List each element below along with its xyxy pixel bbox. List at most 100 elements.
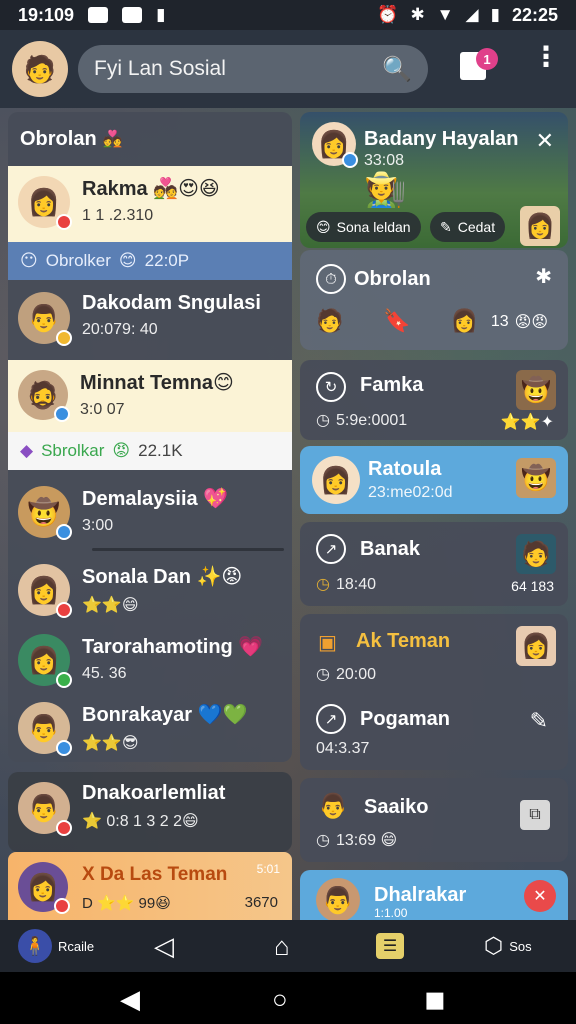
edit-icon[interactable]: ✎ xyxy=(530,708,548,734)
chat-item-dnakoarlemliat[interactable]: 👨 Dnakoarlemliat ⭐ 0:8 1 3 2 2😄 xyxy=(8,772,292,852)
mute-icon[interactable]: ✕ xyxy=(524,880,556,912)
clock-icon: ◷ xyxy=(316,666,330,683)
chat-detail-header[interactable]: 👩 Badany Hayalan 33:08 ✕ 🧑‍🌾 😊 Sona lelda… xyxy=(300,112,568,248)
nav-profile[interactable]: 🧍 Rcaile xyxy=(18,928,94,964)
notification-icon xyxy=(88,7,109,23)
chat-item-saaiko[interactable]: 👨 Saaiko ◷ 13:69 😄 ⧉ xyxy=(300,778,568,862)
nav-home-icon[interactable]: ⌂ xyxy=(274,928,290,964)
reaction-icons: ⭐⭐✦ xyxy=(500,414,554,431)
bottom-navigation: 🧍 Rcaile ◁ ⌂ ☰ ⬡ Sos xyxy=(0,920,576,972)
chat-item-famka[interactable]: ↻ Famka ◷ 5:9e:0001 🤠 ⭐⭐✦ xyxy=(300,360,568,440)
avatar: 👩 xyxy=(312,122,358,168)
chat-name: Bonrakayar xyxy=(82,704,193,726)
chat-name: Rakma xyxy=(82,178,148,200)
clock-icon: ◷ xyxy=(316,832,330,849)
scene-character: 🧑‍🌾 xyxy=(364,171,407,209)
avatar-thumb: 🤠 xyxy=(516,370,556,410)
search-icon[interactable]: 🔍 xyxy=(382,55,412,84)
notification-badge: 1 xyxy=(476,48,498,70)
chat-icon: ◆ xyxy=(20,441,34,460)
strip-value: 22.1K xyxy=(138,441,183,460)
face-icon: 👨 xyxy=(318,793,348,820)
chat-emoji: 💑😍😆 xyxy=(153,178,220,200)
avatar-thumb: 👩 xyxy=(520,206,560,246)
chat-name: Famka xyxy=(360,374,424,396)
chat-name: Sonala Dan xyxy=(82,566,191,588)
avatar: 👩 xyxy=(18,564,72,618)
chip-cedat[interactable]: ✎ Cedat xyxy=(430,212,506,242)
chat-item-bonrakayar[interactable]: 👨 Bonrakayar 💙💚 ⭐⭐😎 xyxy=(8,692,292,762)
avatar-thumb: 👩 xyxy=(516,626,556,666)
chat-item-da-las-teman[interactable]: 👩 X Da Las Teman 5:01 D ⭐⭐ 99😆 3670 xyxy=(8,852,292,922)
chat-name: Banak xyxy=(360,538,421,560)
battery-icon: ▮ xyxy=(490,5,500,24)
chat-corner: 5:01 xyxy=(256,862,280,876)
share-icon[interactable]: ⧉ xyxy=(520,800,550,830)
nav-box[interactable]: ⬡ Sos xyxy=(484,928,532,964)
chat-strip-obrolker[interactable]: 😶 Obrolker 😊 22:0P xyxy=(8,242,292,280)
chat-emoji: 💗 xyxy=(238,636,264,658)
chat-emoji: 💖 xyxy=(203,488,229,510)
avatar: 👨 xyxy=(18,292,72,346)
more-vert-icon[interactable]: ⋮ xyxy=(532,43,560,71)
strip-value: 22:0P xyxy=(144,251,190,270)
chat-name: Demalaysiia xyxy=(82,488,198,510)
chat-time: 23:me02:0d xyxy=(368,484,453,501)
nav-chat-icon[interactable]: ☰ xyxy=(376,928,404,964)
angry-icon: 😡😡 xyxy=(514,314,548,331)
signal-icon: ◢ xyxy=(465,5,479,24)
chat-item-dakodam[interactable]: 👨 Dakodam Sngulasi 20:079: 40 xyxy=(8,282,292,358)
chat-time: 20:00 xyxy=(335,666,377,683)
chat-name[interactable]: Ak Teman xyxy=(356,630,450,653)
chat-time: 13:69 xyxy=(335,832,377,849)
chat-item-rakma[interactable]: 👩 Rakma 💑😍😆 1 1 .2.310 xyxy=(8,166,292,242)
system-navigation-bar: ◀ ○ ◼ xyxy=(0,972,576,1024)
obrolan-card[interactable]: ⏱ Obrolan ✱ 🧑 🔖 👩 13 😡😡 xyxy=(300,250,568,350)
strip-emoji: 😊 xyxy=(118,251,137,270)
chat-name: Saaiko xyxy=(364,796,429,818)
system-recents-icon[interactable]: ◼ xyxy=(424,984,446,1015)
alarm-icon: ⏰ xyxy=(377,5,399,24)
badge-icon: 🔖 xyxy=(383,308,411,333)
chat-time: 3:00 xyxy=(82,517,114,534)
avatar: 👩 xyxy=(312,456,360,504)
box-icon: ⬡ xyxy=(484,933,504,958)
chat-time: 5:9e:0001 xyxy=(335,412,408,429)
panel-header: Obrolan 💑 xyxy=(8,112,292,166)
chat-item-banak[interactable]: ↗ Banak ◷ 18:40 🧑 64 183 xyxy=(300,522,568,606)
search-bar[interactable]: Fyi Lan Sosial 🔍 xyxy=(78,45,428,93)
nav-back-icon[interactable]: ◁ xyxy=(154,928,174,964)
avatar-icon: 👩 xyxy=(450,308,479,333)
clock-icon: ◷ xyxy=(316,576,330,593)
panel-title-emoji: 💑 xyxy=(102,131,123,148)
nav-label: Sos xyxy=(509,938,532,954)
chat-item-tarorahamoting[interactable]: 👩 Tarorahamoting 💗 45. 36 xyxy=(8,624,292,694)
chat-item-minnat[interactable]: 🧔 Minnat Temna😊 3:0 07 xyxy=(8,360,292,432)
star-icon[interactable]: ✱ xyxy=(535,264,552,289)
chat-item-demalaysiia[interactable]: 🤠 Demalaysiia 💖 3:00 xyxy=(8,476,292,546)
avatar: 🧔 xyxy=(18,370,70,422)
chat-list-panel: Obrolan 💑 👩 Rakma 💑😍😆 1 1 .2.310 😶 Obrol… xyxy=(8,112,292,762)
profile-avatar[interactable]: 🧑 xyxy=(12,41,68,97)
system-home-icon[interactable]: ○ xyxy=(272,984,288,1015)
chat-icon: 😶 xyxy=(20,251,38,270)
close-icon[interactable]: ✕ xyxy=(536,128,554,154)
chat-extra: 64 183 xyxy=(511,578,554,594)
chat-name[interactable]: Pogaman xyxy=(360,708,450,731)
chat-item-dhalrakar[interactable]: 👨 Dhalrakar 1:1.00 ✕ xyxy=(300,870,568,922)
chat-item-ratoula[interactable]: 👩 Ratoula 23:me02:0d 🤠 xyxy=(300,446,568,514)
chat-name: Ratoula xyxy=(368,458,442,480)
avatar: 👨 xyxy=(316,878,360,922)
chat-value: 3670 xyxy=(244,894,278,911)
chat-emoji: ✨😡 xyxy=(196,566,243,588)
status-time-left: 19:109 xyxy=(18,4,75,25)
system-back-icon[interactable]: ◀ xyxy=(120,984,140,1015)
avatar: 👩 xyxy=(18,634,72,688)
chip-sona-leldan[interactable]: 😊 Sona leldan xyxy=(306,212,421,242)
chat-item-sonala[interactable]: 👩 Sonala Dan ✨😡 ⭐⭐😄 xyxy=(8,554,292,624)
chat-sub: ⭐⭐😄 xyxy=(82,597,139,614)
chip-label: Cedat xyxy=(457,219,496,235)
chat-strip-sbrolkar[interactable]: ◆ Sbrolkar 😡 22.1K xyxy=(8,432,292,470)
trend-icon: ↗ xyxy=(316,534,346,564)
clock-icon: ◷ xyxy=(316,412,330,429)
